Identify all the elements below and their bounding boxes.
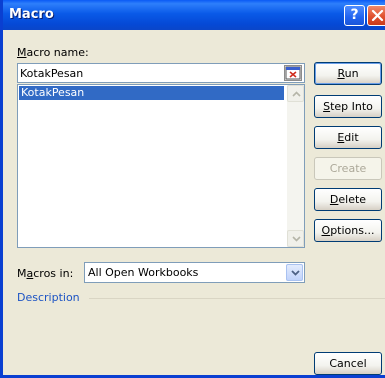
macro-name-label-rest: acro name:: [26, 46, 89, 59]
chevron-down-icon: [292, 236, 301, 242]
delete-label-rest: elete: [338, 193, 367, 206]
delete-button[interactable]: Delete: [314, 188, 382, 211]
options-button[interactable]: Options...: [314, 219, 382, 242]
close-icon[interactable]: [367, 5, 385, 26]
step-into-button[interactable]: Step Into: [314, 95, 382, 118]
dropdown-button[interactable]: [286, 264, 303, 281]
scroll-down-button[interactable]: [287, 230, 304, 247]
cancel-button[interactable]: Cancel: [314, 352, 382, 375]
chevron-down-icon: [291, 270, 300, 276]
macro-list[interactable]: KotakPesan: [17, 84, 305, 248]
description-label: Description: [17, 291, 80, 304]
list-scrollbar[interactable]: [287, 85, 304, 247]
description-divider: [89, 298, 385, 299]
options-label-rest: ptions...: [330, 224, 375, 237]
list-item[interactable]: KotakPesan: [19, 86, 284, 100]
title-bar: Macro ?: [3, 0, 385, 30]
macros-in-value: All Open Workbooks: [88, 266, 199, 279]
macro-dialog: Macro ? Macro name: KotakPesan KotakPesa…: [0, 0, 385, 378]
macro-name-input[interactable]: [20, 65, 275, 81]
run-accel: R: [337, 67, 345, 80]
chevron-up-icon: [292, 91, 301, 97]
edit-label-rest: dit: [344, 131, 359, 144]
macros-in-label-pre: M: [17, 267, 27, 280]
macros-in-select[interactable]: All Open Workbooks: [84, 262, 305, 283]
macro-name-accel: M: [17, 46, 27, 59]
scroll-up-button[interactable]: [287, 85, 304, 102]
options-accel: O: [321, 224, 331, 237]
collapse-dialog-icon: [285, 66, 301, 80]
edit-button[interactable]: Edit: [314, 126, 382, 149]
macro-name-label: Macro name:: [17, 46, 89, 59]
macros-in-label-rest: cros in:: [33, 267, 74, 280]
run-label-rest: un: [344, 67, 359, 80]
macro-name-field[interactable]: [17, 63, 305, 83]
window-title: Macro: [9, 7, 54, 22]
run-button[interactable]: Run: [314, 62, 382, 85]
create-button: Create: [314, 157, 382, 180]
step-into-label-rest: tep Into: [330, 100, 373, 113]
close-x-glyph: [371, 9, 384, 22]
reference-picker-icon[interactable]: [284, 65, 302, 81]
macros-in-label: Macros in:: [17, 267, 73, 280]
help-icon[interactable]: ?: [344, 5, 365, 26]
